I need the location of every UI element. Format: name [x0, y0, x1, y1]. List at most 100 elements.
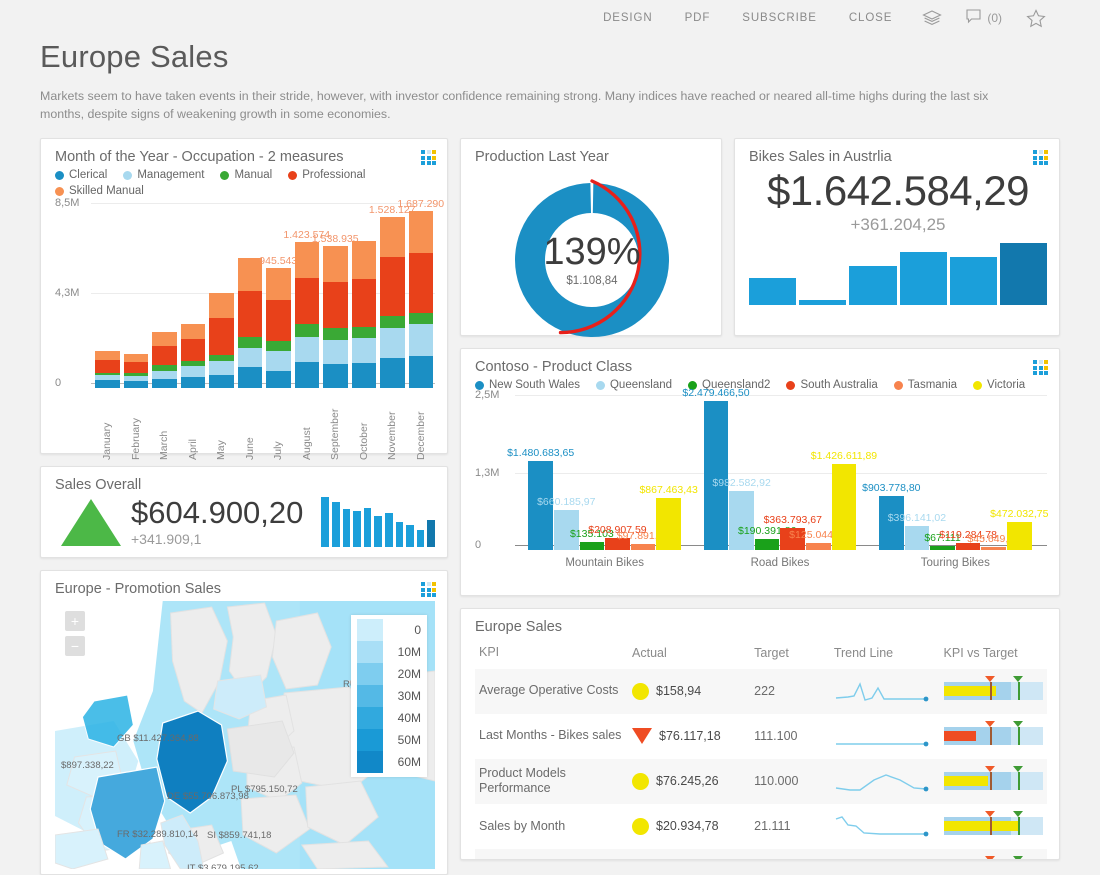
table-row[interactable]: Product Models Performance $76.245,26 110.…: [475, 758, 1047, 804]
panel-title-contoso: Contoso - Product Class: [475, 359, 633, 376]
toolbar-pdf-button[interactable]: PDF: [669, 12, 727, 24]
sparkline-bar: [427, 520, 435, 548]
legend-item[interactable]: Management: [123, 169, 204, 181]
bar-segment: [123, 381, 148, 389]
bar-stack[interactable]: [152, 331, 177, 389]
grid-icon-cell: [1038, 360, 1043, 365]
bar-stack[interactable]: 1.423.574: [283, 229, 330, 389]
sparkline-bar: [949, 257, 997, 306]
bar[interactable]: $45.649,54: [967, 533, 1020, 551]
legend-label: South Australia: [800, 379, 878, 392]
bar-stack[interactable]: 1.528.127: [369, 204, 416, 389]
table-row[interactable]: Last Months - Bikes sales $76.117,18 111.1…: [475, 714, 1047, 759]
toolbar-design-button[interactable]: DESIGN: [587, 12, 669, 24]
bar-stack[interactable]: 945.543: [259, 255, 297, 389]
bullet-measure: [943, 686, 997, 697]
bar[interactable]: $2.479.466,50: [682, 387, 750, 551]
kpi-actual-cell: $76.245,26: [628, 759, 750, 804]
bar-segment: [180, 323, 205, 340]
bullet-caret-green: [1013, 721, 1024, 728]
legend-swatch: [55, 186, 64, 196]
sparkline-bar: [416, 530, 425, 548]
bullet-caret-red: [985, 856, 996, 860]
map-zoom-out-button[interactable]: −: [65, 636, 85, 657]
bar-stack[interactable]: [180, 323, 205, 389]
grid-icon[interactable]: [421, 582, 436, 598]
legend-swatch: [220, 170, 230, 180]
legend-item[interactable]: South Australia: [786, 379, 878, 392]
trend-line-sparkline: [835, 816, 929, 837]
bar-stack[interactable]: [209, 292, 234, 389]
panel-title-month: Month of the Year - Occupation - 2 measu…: [55, 149, 344, 166]
legend-item[interactable]: Skilled Manual: [55, 185, 144, 197]
bar-stack[interactable]: 1.538.935: [312, 233, 359, 389]
toolbar-subscribe-button[interactable]: SUBSCRIBE: [726, 12, 833, 24]
table-row[interactable]: Sales Last Change$171.583,17820.000: [475, 848, 1047, 860]
panel-title-kpi: Europe Sales: [475, 619, 563, 636]
bar-stack[interactable]: [95, 351, 120, 389]
grid-icon[interactable]: [421, 150, 436, 166]
legend-item[interactable]: Clerical: [55, 169, 107, 181]
bar-segment: [294, 336, 319, 362]
map-legend-label: 40M: [397, 711, 421, 726]
x-axis-tick-label: December: [414, 411, 427, 461]
panel-title-sales-overall: Sales Overall: [55, 477, 142, 494]
legend-item[interactable]: Queensland: [595, 379, 672, 391]
bar[interactable]: $867.463,43: [639, 484, 698, 551]
bullet-threshold-green: [1018, 727, 1020, 746]
legend-item[interactable]: Professional: [288, 169, 365, 181]
bar-stack[interactable]: [351, 240, 376, 389]
bar-segment: [95, 380, 120, 389]
status-circle-icon: [632, 817, 650, 835]
grid-icon[interactable]: [1033, 360, 1048, 376]
grid-icon-cell: [1033, 360, 1037, 365]
kpi-trendline-cell: [830, 849, 940, 859]
legend-item[interactable]: Victoria: [973, 379, 1025, 391]
grid-icon-cell: [421, 150, 425, 155]
bullet-caret-red: [985, 676, 996, 683]
top-toolbar: DESIGN PDF SUBSCRIBE CLOSE (0): [0, 0, 1100, 36]
kpi-trendline-cell: [830, 669, 940, 714]
grid-icon-cell: [1038, 150, 1043, 155]
table-row[interactable]: Sales by Month $20.934,78 21.111: [475, 804, 1047, 849]
map-zoom-controls[interactable]: + −: [65, 611, 85, 657]
grid-icon[interactable]: [1033, 150, 1048, 166]
bar-segment: [380, 315, 405, 328]
bar-segment: [266, 340, 291, 352]
bar[interactable]: $97.891,42: [617, 530, 669, 551]
bar-segment: [323, 282, 348, 328]
bar[interactable]: $982.582,92: [712, 477, 771, 551]
bar-stack[interactable]: [123, 353, 148, 389]
bar[interactable]: $67.111: [924, 532, 961, 551]
map-canvas[interactable]: + − 010M20M30M40M50M60M RU $4.789.387GB …: [55, 601, 435, 870]
star-icon[interactable]: [1012, 8, 1060, 28]
bar[interactable]: $135.103: [570, 528, 614, 551]
legend-item[interactable]: Manual: [220, 169, 272, 181]
legend-label: Clerical: [69, 169, 108, 182]
bar[interactable]: $125.044,88: [789, 529, 848, 551]
grid-icon-cell: [432, 150, 436, 155]
map-legend-label: 20M: [397, 667, 421, 682]
dashboard-board: Month of the Year - Occupation - 2 measu…: [0, 124, 1100, 875]
bar-stack[interactable]: 1.687.290: [397, 198, 444, 389]
legend-label: Professional: [302, 169, 366, 182]
map-legend-swatch: [357, 641, 383, 664]
bar[interactable]: $1.426.611,89: [811, 450, 877, 551]
donut-value: $1.108,84: [566, 275, 618, 288]
bar-segment: [380, 327, 405, 358]
panel-title-bikes: Bikes Sales in Austrlia: [749, 149, 892, 166]
table-row[interactable]: Average Operative Costs $158,94 222: [475, 668, 1047, 714]
bar[interactable]: $472.032,75: [990, 508, 1049, 551]
map-legend-swatch: [357, 663, 383, 686]
toolbar-close-button[interactable]: CLOSE: [833, 12, 909, 24]
grid-icon-cell: [1038, 155, 1043, 160]
map-zoom-in-button[interactable]: +: [65, 611, 85, 632]
bar-stack[interactable]: [237, 258, 262, 389]
kpi-target-cell: 111.100: [754, 729, 798, 744]
comments-button[interactable]: (0): [956, 9, 1012, 27]
bar[interactable]: $190.391,86: [738, 525, 796, 551]
legend-item[interactable]: Tasmania: [893, 379, 957, 391]
page-title: Europe Sales: [40, 39, 229, 74]
grid-icon-cell: [432, 155, 436, 160]
layers-icon[interactable]: [908, 9, 956, 27]
